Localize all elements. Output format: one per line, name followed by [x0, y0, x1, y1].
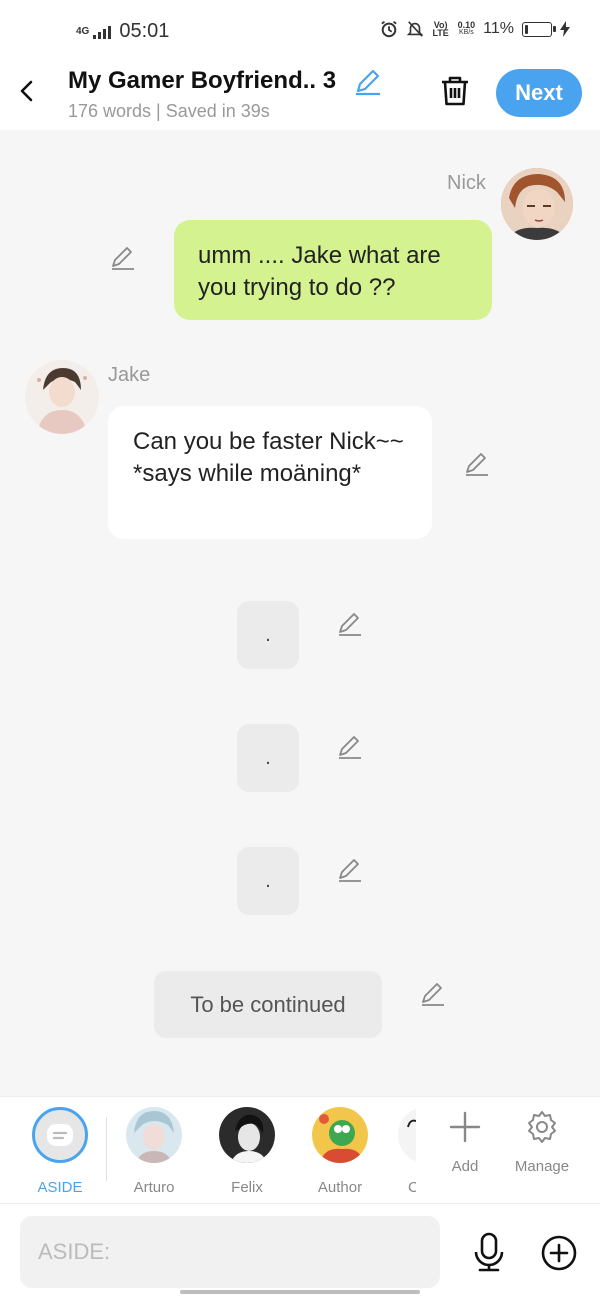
home-indicator	[180, 1290, 420, 1294]
avatar	[219, 1107, 275, 1163]
add-character-button[interactable]: Add	[442, 1109, 488, 1175]
avatar-nick[interactable]	[501, 168, 573, 240]
chat-area: Nick umm .... Jake what are you trying t…	[0, 130, 600, 1096]
mute-icon	[406, 21, 423, 37]
status-bar: 4G 05:01 Vo) LTE 0.10 KB/s 11%	[0, 0, 600, 60]
avatar	[126, 1107, 182, 1163]
divider	[106, 1117, 107, 1181]
battery-percent: 11%	[483, 20, 514, 37]
edit-title-icon[interactable]	[353, 66, 383, 96]
avatar-jake[interactable]	[25, 360, 99, 434]
edit-message-icon[interactable]	[109, 244, 137, 272]
character-aside[interactable]: ASIDE	[25, 1107, 95, 1196]
sender-name: Nick	[447, 172, 486, 194]
edit-message-icon[interactable]	[336, 856, 364, 884]
aside-bubble[interactable]: To be continued	[154, 971, 382, 1038]
speed-unit: KB/s	[458, 29, 474, 36]
message-bubble-nick[interactable]: umm .... Jake what are you trying to do …	[174, 220, 492, 320]
editor-header: My Gamer Boyfriend.. 3 176 words | Saved…	[0, 60, 600, 130]
alarm-icon	[380, 21, 397, 38]
message-input[interactable]	[20, 1216, 440, 1288]
edit-message-icon[interactable]	[419, 980, 447, 1008]
add-label: Add	[451, 1158, 479, 1175]
word-count-status: 176 words | Saved in 39s	[68, 101, 270, 121]
message-bubble-dot[interactable]: .	[237, 601, 299, 669]
gear-icon	[528, 1111, 556, 1143]
add-media-icon[interactable]	[540, 1234, 578, 1272]
story-title: My Gamer Boyfriend.. 3	[68, 67, 337, 94]
sender-name: Jake	[108, 364, 151, 386]
character-label: Author	[317, 1179, 363, 1196]
speed-value: 0.10	[457, 20, 476, 30]
aside-avatar	[32, 1107, 88, 1163]
character-author[interactable]: Author	[305, 1107, 375, 1196]
charging-icon	[560, 21, 570, 37]
character-label: ASIDE	[37, 1179, 83, 1196]
status-left: 4G 05:01	[76, 20, 169, 43]
manage-characters-button[interactable]: Manage	[510, 1109, 574, 1175]
message-bubble-dot[interactable]: .	[237, 724, 299, 792]
message-bubble-dot[interactable]: .	[237, 847, 299, 915]
volte-indicator: Vo) LTE	[432, 20, 449, 38]
next-button[interactable]: Next	[496, 69, 582, 117]
character-felix[interactable]: Felix	[212, 1107, 282, 1196]
character-label: Arturo	[133, 1179, 175, 1196]
status-right: Vo) LTE 0.10 KB/s 11%	[380, 20, 570, 38]
character-label: C	[408, 1179, 416, 1196]
back-icon[interactable]	[14, 76, 42, 106]
trash-icon[interactable]	[438, 74, 472, 108]
signal-icon	[93, 25, 112, 39]
character-overflow[interactable]: C	[398, 1107, 416, 1197]
avatar	[312, 1107, 368, 1163]
battery-fill	[525, 24, 528, 34]
edit-message-icon[interactable]	[463, 450, 491, 478]
input-bar	[0, 1204, 600, 1300]
plus-icon	[449, 1111, 481, 1143]
speech-bubble-icon	[47, 1124, 73, 1146]
character-bar: ASIDE Arturo Felix Author C Add Manage	[0, 1096, 600, 1204]
manage-label: Manage	[514, 1158, 570, 1175]
edit-message-icon[interactable]	[336, 610, 364, 638]
microphone-icon[interactable]	[472, 1232, 506, 1272]
character-arturo[interactable]: Arturo	[119, 1107, 189, 1196]
network-type: 4G	[76, 26, 90, 37]
clock: 05:01	[119, 20, 170, 42]
avatar	[398, 1107, 416, 1163]
message-bubble-jake[interactable]: Can you be faster Nick~~ *says while moä…	[108, 406, 432, 539]
battery-icon	[522, 21, 556, 37]
speed-indicator: 0.10 KB/s	[458, 21, 476, 37]
character-label: Felix	[231, 1179, 263, 1196]
edit-message-icon[interactable]	[336, 733, 364, 761]
